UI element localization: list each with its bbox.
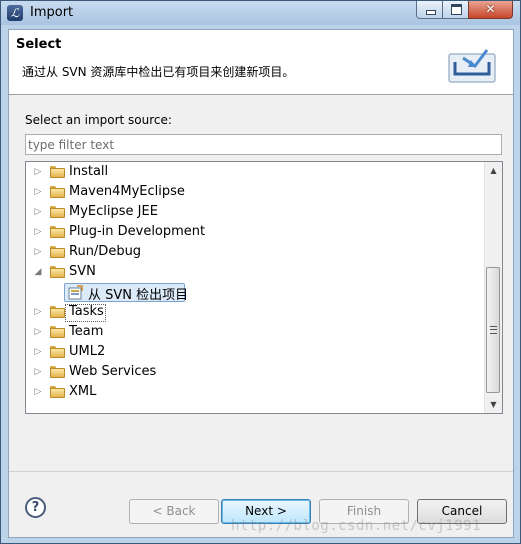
import-source-tree[interactable]: ▷ Install ▷ Maven4MyEclipse ▷ MyEclipse JEE ▷ P…	[25, 161, 503, 414]
tree-item-label: Maven4MyEclipse	[69, 184, 185, 199]
folder-icon	[50, 266, 65, 278]
tree-item-label: Install	[69, 164, 109, 179]
collapsed-chevron-icon[interactable]: ▷	[33, 227, 43, 237]
tree-item-label: SVN	[69, 264, 96, 279]
collapsed-chevron-icon[interactable]: ▷	[33, 187, 43, 197]
wizard-banner: Select 通过从 SVN 资源库中检出已有项目来创建新项目。	[9, 30, 513, 95]
import-wizard-icon	[448, 49, 496, 83]
title-bar[interactable]: ℒ Import	[1, 1, 520, 25]
dialog-client-area: Select 通过从 SVN 资源库中检出已有项目来创建新项目。 Select …	[8, 29, 514, 538]
folder-icon	[50, 326, 65, 338]
tree-item-folder[interactable]: ▷ Plug-in Development	[26, 223, 486, 243]
filter-input[interactable]	[25, 134, 502, 155]
collapsed-chevron-icon[interactable]: ▷	[33, 347, 43, 357]
grip-icon	[490, 326, 497, 334]
window-title: Import	[30, 5, 74, 20]
tree-item-label: 从 SVN 检出项目	[88, 288, 189, 303]
tree-item-label: Plug-in Development	[69, 224, 206, 239]
tree-item-label: MyEclipse JEE	[69, 204, 158, 219]
back-button[interactable]: < Back	[129, 499, 219, 524]
tree-item-wizard[interactable]: 从 SVN 检出项目	[26, 283, 486, 303]
collapsed-chevron-icon[interactable]: ▷	[33, 367, 43, 377]
collapsed-chevron-icon[interactable]: ▷	[33, 387, 43, 397]
import-source-label: Select an import source:	[25, 113, 172, 127]
watermark-text: http://blog.csdn.net/cvj1991	[231, 518, 482, 534]
collapsed-chevron-icon[interactable]: ▷	[33, 167, 43, 177]
folder-icon	[50, 346, 65, 358]
import-dialog: ℒ Import Select 通过从 SVN 资源库中检出已有项目来创建新项目…	[0, 0, 521, 544]
scroll-down-icon[interactable]: ▼	[485, 396, 502, 413]
vertical-scrollbar[interactable]: ▲ ▼	[484, 162, 502, 413]
tree-item-folder[interactable]: ▷ Run/Debug	[26, 243, 486, 263]
svn-checkout-wizard-icon	[68, 285, 83, 300]
minimize-button[interactable]	[416, 1, 443, 19]
folder-icon	[50, 166, 65, 178]
banner-title: Select	[16, 37, 62, 52]
scrollbar-thumb[interactable]	[486, 267, 500, 393]
banner-description: 通过从 SVN 资源库中检出已有项目来创建新项目。	[22, 65, 295, 79]
collapsed-chevron-icon[interactable]: ▷	[33, 247, 43, 257]
maximize-button[interactable]	[442, 1, 469, 19]
scroll-up-icon[interactable]: ▲	[485, 162, 502, 179]
collapsed-chevron-icon[interactable]: ▷	[33, 207, 43, 217]
tree-item-label: Team	[69, 324, 104, 339]
tree-item-label: UML2	[69, 344, 106, 359]
tree-item-folder[interactable]: ▷ Install	[26, 163, 486, 183]
folder-icon	[50, 306, 65, 318]
collapsed-chevron-icon[interactable]: ▷	[33, 327, 43, 337]
tree-item-folder[interactable]: ▷ Tasks	[26, 303, 486, 323]
help-icon[interactable]: ?	[25, 497, 46, 518]
folder-icon	[50, 386, 65, 398]
tree-item-folder[interactable]: ▷ Maven4MyEclipse	[26, 183, 486, 203]
folder-icon	[50, 246, 65, 258]
tree-item-folder[interactable]: ◢ SVN	[26, 263, 486, 283]
tree-item-label: Web Services	[69, 364, 157, 379]
expanded-chevron-icon[interactable]: ◢	[33, 267, 43, 277]
tree-item-folder[interactable]: ▷ Team	[26, 323, 486, 343]
folder-icon	[50, 206, 65, 218]
folder-icon	[50, 226, 65, 238]
myeclipse-app-icon: ℒ	[7, 5, 23, 21]
close-button[interactable]	[468, 1, 513, 19]
tree-item-folder[interactable]: ▷ XML	[26, 383, 486, 403]
button-bar-divider	[9, 471, 513, 472]
folder-icon	[50, 186, 65, 198]
tree-item-folder[interactable]: ▷ UML2	[26, 343, 486, 363]
tree-item-label: Run/Debug	[69, 244, 142, 259]
tree-item-folder[interactable]: ▷ Web Services	[26, 363, 486, 383]
collapsed-chevron-icon[interactable]: ▷	[33, 307, 43, 317]
folder-icon	[50, 366, 65, 378]
tree-item-folder[interactable]: ▷ MyEclipse JEE	[26, 203, 486, 223]
tree-item-label: Tasks	[69, 304, 104, 319]
tree-item-label: XML	[69, 384, 97, 399]
